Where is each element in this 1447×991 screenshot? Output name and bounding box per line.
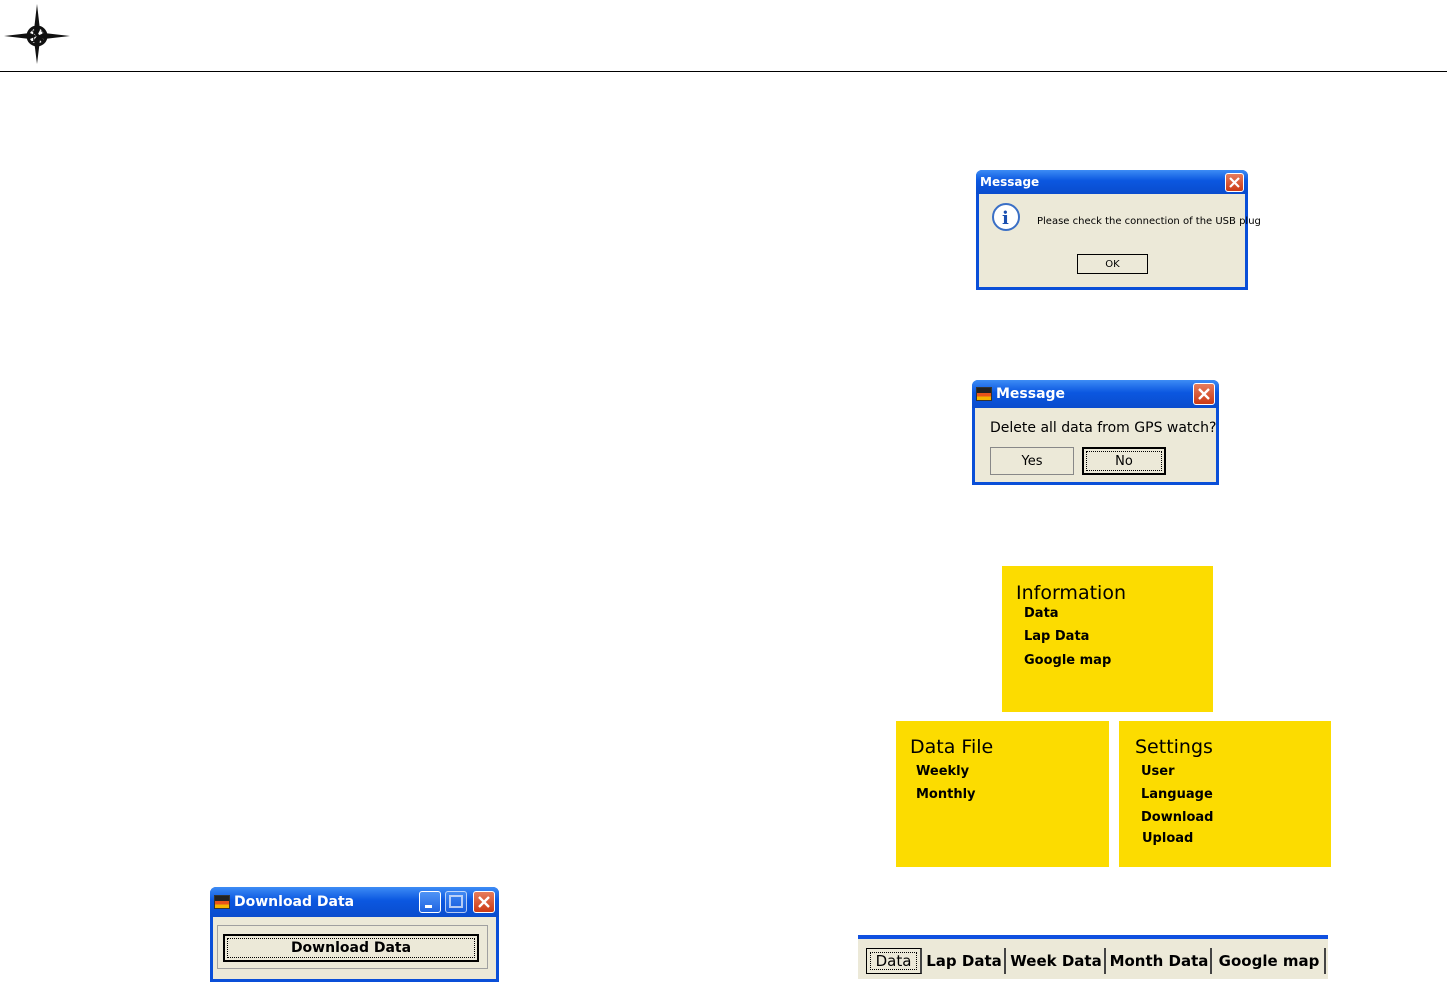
- menu-item-lap-data[interactable]: Lap Data: [1024, 629, 1089, 644]
- menu-item-language[interactable]: Language: [1141, 787, 1213, 802]
- download-data-button[interactable]: Download Data: [223, 934, 479, 962]
- tab-label: Lap Data: [926, 952, 1002, 970]
- close-icon[interactable]: [1193, 383, 1215, 405]
- menu-item-google-map[interactable]: Google map: [1024, 653, 1111, 668]
- download-data-window: Download Data Download Data: [210, 887, 499, 982]
- dialog-title: Message: [980, 175, 1040, 189]
- svg-text:N: N: [31, 27, 46, 46]
- ok-button-label: OK: [1105, 258, 1120, 270]
- information-menu: Information Data Lap Data Google map: [1002, 566, 1213, 712]
- menu-item-monthly[interactable]: Monthly: [916, 787, 976, 802]
- window-title: Download Data: [234, 894, 355, 910]
- data-file-menu: Data File Weekly Monthly: [896, 721, 1109, 867]
- dialog-body: Delete all data from GPS watch? Yes No: [975, 408, 1216, 482]
- dialog-message: Please check the connection of the USB p…: [1037, 216, 1261, 227]
- usb-message-dialog: Message i Please check the connection of…: [976, 170, 1261, 290]
- close-icon[interactable]: [1225, 173, 1244, 192]
- dialog-title: Message: [996, 386, 1066, 402]
- tab-google-map[interactable]: Google map: [1214, 948, 1326, 974]
- maximize-icon[interactable]: [445, 891, 467, 913]
- tab-week-data[interactable]: Week Data: [1008, 948, 1106, 974]
- app-icon: [214, 895, 230, 909]
- data-tab-bar: Data Lap Data Week Data Month Data Googl…: [858, 935, 1328, 979]
- menu-item-user[interactable]: User: [1141, 764, 1175, 779]
- tab-label: Month Data: [1109, 952, 1209, 970]
- menu-item-download[interactable]: Download: [1141, 810, 1213, 825]
- tab-label: Google map: [1218, 952, 1320, 970]
- focus-ring: [870, 952, 917, 970]
- menu-item-upload[interactable]: Upload: [1142, 831, 1193, 846]
- menu-item-data[interactable]: Data: [1024, 606, 1059, 621]
- menu-title: Settings: [1135, 736, 1213, 758]
- info-icon: i: [992, 203, 1020, 231]
- menu-item-weekly[interactable]: Weekly: [916, 764, 969, 779]
- window-titlebar: Download Data: [210, 887, 499, 917]
- tab-label: Week Data: [1010, 952, 1102, 970]
- svg-text:i: i: [1002, 208, 1009, 229]
- compass-logo-icon: N: [4, 4, 70, 64]
- header-divider: [0, 71, 1447, 72]
- minimize-icon[interactable]: [419, 891, 441, 913]
- no-button[interactable]: No: [1082, 447, 1166, 475]
- close-icon[interactable]: [473, 891, 495, 913]
- menu-title: Data File: [910, 736, 994, 758]
- focus-ring: [1086, 451, 1162, 471]
- settings-menu: Settings User Language Download Upload: [1119, 721, 1331, 867]
- window-body: Download Data: [213, 917, 496, 979]
- tab-data[interactable]: Data: [866, 948, 922, 974]
- focus-ring: [227, 938, 475, 958]
- yes-button-label: Yes: [1021, 453, 1043, 469]
- yes-button[interactable]: Yes: [990, 447, 1074, 475]
- tab-lap-data[interactable]: Lap Data: [924, 948, 1006, 974]
- ok-button[interactable]: OK: [1077, 254, 1148, 274]
- dialog-body: i Please check the connection of the USB…: [979, 194, 1261, 287]
- dialog-titlebar: Message: [972, 380, 1219, 408]
- delete-confirm-dialog: Message Delete all data from GPS watch? …: [972, 380, 1219, 485]
- menu-title: Information: [1016, 582, 1126, 604]
- tab-month-data[interactable]: Month Data: [1108, 948, 1212, 974]
- dialog-titlebar: Message: [976, 170, 1248, 194]
- dialog-message: Delete all data from GPS watch?: [990, 420, 1217, 436]
- app-icon: [976, 387, 992, 401]
